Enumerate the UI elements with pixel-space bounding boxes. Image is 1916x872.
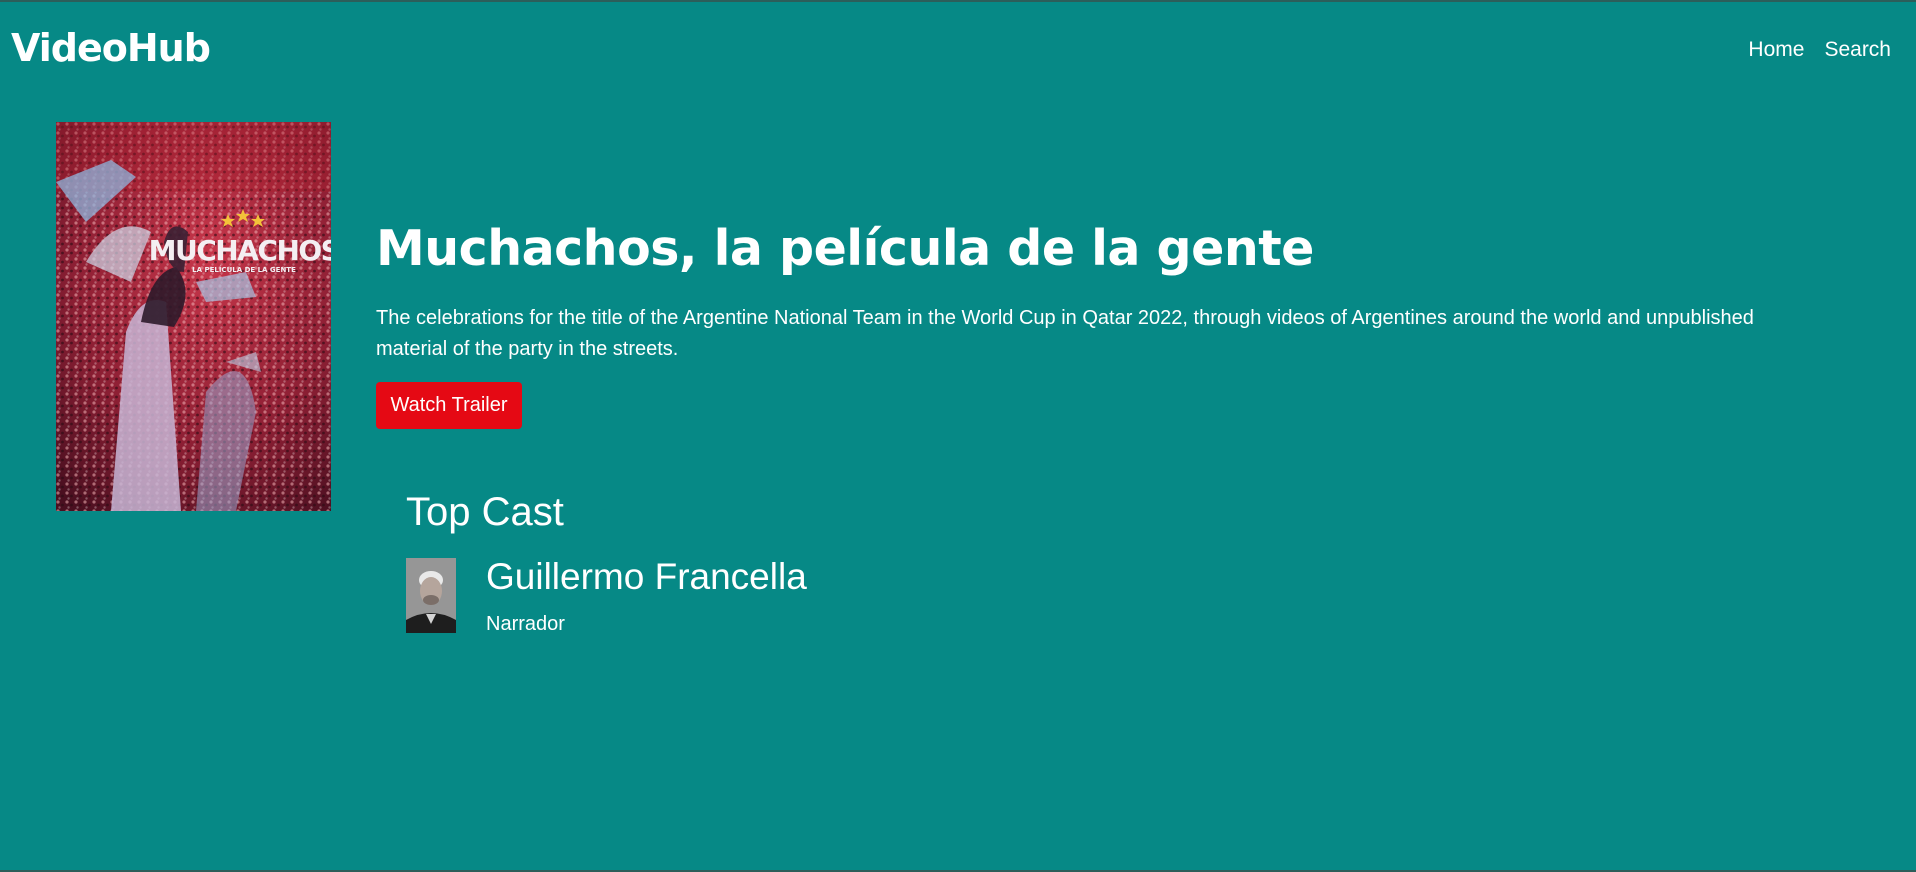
nav-links: Home Search [1748,38,1891,62]
cast-member-role: Narrador [486,613,565,635]
nav-link-search[interactable]: Search [1824,38,1891,62]
poster-title-text: MUCHACHOS [149,234,331,267]
top-cast-heading: Top Cast [406,490,564,534]
nav-link-home[interactable]: Home [1748,38,1804,62]
poster-subtitle-text: LA PELÍCULA DE LA GENTE [192,265,296,274]
navbar: VideoHub Home Search [0,2,1916,96]
cast-photo [406,558,456,633]
movie-poster: MUCHACHOS LA PELÍCULA DE LA GENTE [56,122,331,511]
watch-trailer-button[interactable]: Watch Trailer [376,382,522,429]
brand-logo[interactable]: VideoHub [11,26,211,70]
cast-member-name: Guillermo Francella [486,556,807,597]
movie-title: Muchachos, la película de la gente [376,220,1314,277]
movie-overview: The celebrations for the title of the Ar… [376,307,1754,360]
